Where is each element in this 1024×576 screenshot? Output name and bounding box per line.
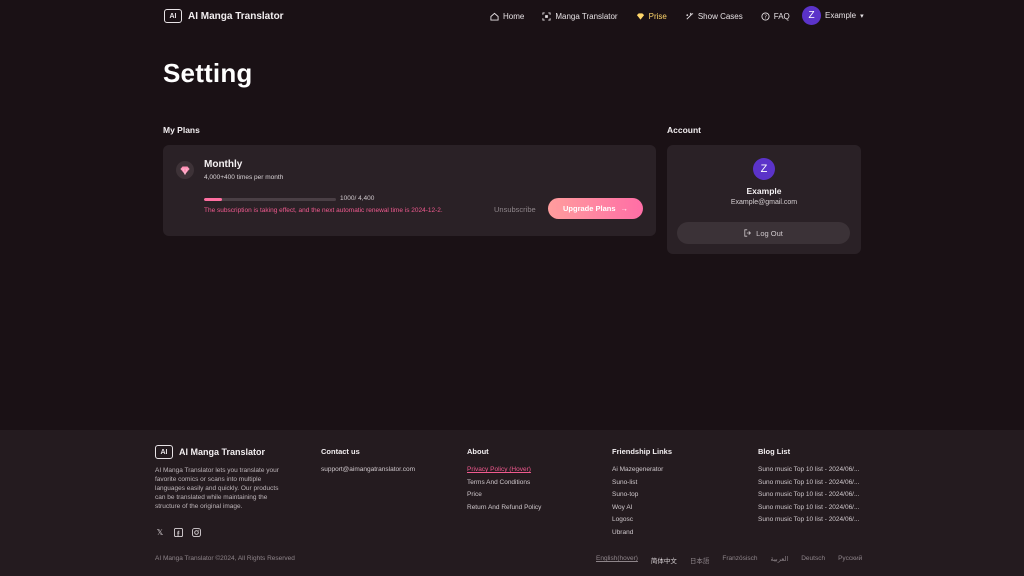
page-title: Setting	[163, 58, 253, 88]
plan-quota: 4,000+400 times per month	[204, 174, 284, 181]
logout-icon	[744, 229, 752, 237]
footer: AI AI Manga Translator AI Manga Translat…	[0, 430, 1024, 576]
unsubscribe-link[interactable]: Unsubscribe	[494, 205, 536, 214]
avatar: Z	[802, 6, 821, 25]
friend-link[interactable]: Ai Mazegenerator	[612, 466, 672, 473]
facebook-icon[interactable]	[173, 527, 183, 537]
friend-link[interactable]: Ubrand	[612, 529, 672, 536]
my-plans-heading: My Plans	[163, 125, 200, 135]
diamond-icon	[176, 161, 194, 179]
friend-link[interactable]: Suno-list	[612, 479, 672, 486]
friendship-heading: Friendship Links	[612, 447, 673, 456]
blog-link[interactable]: Suno music Top 10 list - 2024/06/...	[758, 479, 859, 486]
account-email: Example@gmail.com	[730, 199, 798, 206]
blog-link[interactable]: Suno music Top 10 list - 2024/06/...	[758, 491, 859, 498]
footer-blog: Blog List Suno music Top 10 list - 2024/…	[758, 447, 859, 529]
diamond-icon	[636, 12, 644, 20]
lang-german[interactable]: Deutsch	[801, 555, 825, 565]
nav-home[interactable]: Home	[490, 12, 524, 21]
lang-english[interactable]: English(hover)	[596, 555, 638, 565]
lang-simplified-chinese[interactable]: 简体中文	[651, 555, 677, 565]
contact-heading: Contact us	[321, 447, 360, 456]
x-twitter-icon[interactable]: 𝕏	[155, 527, 165, 537]
blog-link[interactable]: Suno music Top 10 list - 2024/06/...	[758, 516, 859, 523]
blog-link[interactable]: Suno music Top 10 list - 2024/06/...	[758, 504, 859, 511]
contact-email-link[interactable]: support@aimangatranslator.com	[321, 466, 415, 473]
home-icon	[490, 12, 499, 21]
upgrade-plans-button[interactable]: Upgrade Plans →	[548, 198, 643, 219]
logout-button[interactable]: Log Out	[677, 222, 850, 244]
logo-mark-icon: AI	[155, 445, 173, 459]
arrow-right-icon: →	[620, 204, 629, 213]
footer-description: AI Manga Translator lets you translate y…	[155, 467, 279, 510]
help-circle-icon: ?	[761, 11, 770, 21]
price-link[interactable]: Price	[467, 491, 541, 498]
top-nav-bar: AI AI Manga Translator Home Manga Transl…	[0, 0, 1024, 32]
account-heading: Account	[667, 125, 701, 135]
social-links: 𝕏	[155, 527, 201, 537]
logo-mark-icon: AI	[164, 9, 182, 23]
brand-name: AI Manga Translator	[188, 10, 284, 22]
logout-label: Log Out	[756, 228, 783, 238]
copyright: AI Manga Translator ©2024, All Rights Re…	[155, 555, 295, 562]
account-name: Example	[746, 186, 782, 196]
footer-contact: Contact us support@aimangatranslator.com	[321, 447, 415, 479]
usage-progress-fill	[204, 198, 222, 201]
plan-name: Monthly	[204, 159, 243, 170]
footer-friendship: Friendship Links Ai Mazegenerator Suno-l…	[612, 447, 672, 541]
lang-japanese[interactable]: 日本語	[690, 555, 710, 565]
about-heading: About	[467, 447, 489, 456]
friend-link[interactable]: Woy AI	[612, 504, 672, 511]
footer-brand-name: AI Manga Translator	[179, 447, 266, 457]
account-card: Z Example Example@gmail.com Log Out	[667, 145, 861, 254]
brand-logo[interactable]: AI AI Manga Translator	[164, 9, 284, 23]
nav-manga-translator-label: Manga Translator	[555, 11, 618, 21]
nav-prise[interactable]: Prise	[636, 12, 667, 21]
lang-russian[interactable]: Русский	[838, 555, 862, 565]
plan-card: Monthly 4,000+400 times per month 1000/ …	[163, 145, 656, 236]
svg-text:?: ?	[764, 14, 767, 20]
instagram-icon[interactable]	[191, 527, 201, 537]
nav-faq-label: FAQ	[773, 11, 790, 21]
user-menu[interactable]: Z Example ▾	[802, 6, 864, 25]
usage-count: 1000/ 4,400	[340, 195, 375, 202]
blog-link[interactable]: Suno music Top 10 list - 2024/06/...	[758, 466, 859, 473]
nav-home-label: Home	[503, 11, 525, 21]
nav-prise-label: Prise	[648, 11, 667, 21]
nav-faq[interactable]: ? FAQ	[761, 12, 790, 21]
language-switcher: English(hover) 简体中文 日本語 Französisch العر…	[596, 555, 875, 565]
usage-progress-bar	[204, 198, 336, 201]
lang-french[interactable]: Französisch	[722, 555, 757, 565]
terms-link[interactable]: Terms And Conditions	[467, 479, 541, 486]
upgrade-plans-label: Upgrade Plans	[562, 204, 616, 213]
nav-manga-translator[interactable]: Manga Translator	[542, 11, 618, 21]
main-nav: Home Manga Translator Prise Show Cases ?…	[490, 6, 808, 26]
refund-policy-link[interactable]: Return And Refund Policy	[467, 504, 541, 511]
lang-arabic[interactable]: العربية	[770, 555, 788, 565]
blog-heading: Blog List	[758, 447, 791, 456]
sparkle-icon	[686, 12, 693, 20]
chevron-down-icon: ▾	[860, 12, 864, 20]
privacy-policy-link[interactable]: Privacy Policy (Hover)	[467, 466, 541, 473]
scan-icon	[542, 11, 551, 21]
avatar: Z	[753, 158, 775, 180]
user-name: Example	[825, 11, 857, 20]
friend-link[interactable]: Suno-top	[612, 491, 672, 498]
nav-show-cases[interactable]: Show Cases	[685, 12, 743, 21]
footer-about: About Privacy Policy (Hover) Terms And C…	[467, 447, 541, 516]
nav-show-cases-label: Show Cases	[697, 11, 743, 21]
renewal-note: The subscription is taking effect, and t…	[204, 207, 443, 214]
friend-link[interactable]: Logosc	[612, 516, 672, 523]
footer-logo[interactable]: AI AI Manga Translator	[155, 445, 265, 459]
